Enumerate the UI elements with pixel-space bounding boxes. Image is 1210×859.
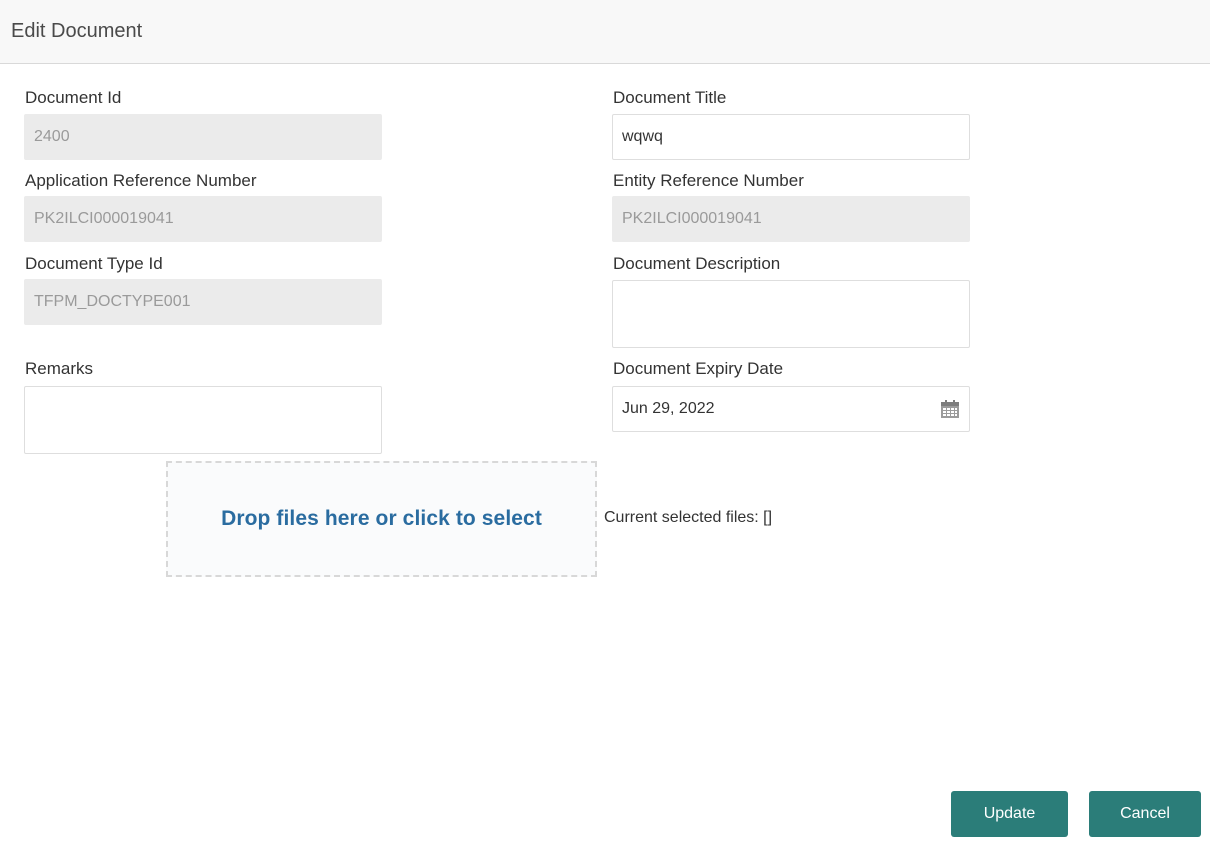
cancel-button[interactable]: Cancel	[1089, 791, 1201, 837]
document-id-field: 2400	[24, 114, 382, 160]
remarks-textarea[interactable]	[24, 386, 382, 454]
document-expiry-date-label: Document Expiry Date	[613, 359, 784, 378]
entity-reference-number-label: Entity Reference Number	[613, 171, 804, 190]
document-description-label: Document Description	[613, 254, 781, 273]
document-expiry-date-value: Jun 29, 2022	[622, 400, 715, 417]
dialog-header: Edit Document	[0, 0, 1210, 64]
application-reference-number-field: PK2ILCI000019041	[24, 196, 382, 242]
application-reference-number-label: Application Reference Number	[25, 171, 257, 190]
calendar-icon[interactable]	[940, 399, 960, 419]
entity-reference-number-field: PK2ILCI000019041	[612, 196, 970, 242]
document-type-id-label: Document Type Id	[25, 254, 163, 273]
remarks-label: Remarks	[25, 359, 94, 378]
document-expiry-date-input[interactable]: Jun 29, 2022	[612, 386, 970, 432]
edit-document-dialog: Edit Document Document Id 2400 Document …	[0, 0, 1210, 859]
dropzone-text: Drop files here or click to select	[221, 507, 542, 530]
document-title-label: Document Title	[613, 88, 727, 107]
dialog-title: Edit Document	[11, 20, 143, 42]
document-type-id-field: TFPM_DOCTYPE001	[24, 279, 382, 325]
document-description-textarea[interactable]	[612, 280, 970, 348]
document-title-input[interactable]: wqwq	[612, 114, 970, 160]
document-id-label: Document Id	[25, 88, 122, 107]
current-selected-files-text: Current selected files: []	[604, 509, 773, 526]
update-button[interactable]: Update	[951, 791, 1068, 837]
file-dropzone[interactable]: Drop files here or click to select	[166, 461, 597, 577]
